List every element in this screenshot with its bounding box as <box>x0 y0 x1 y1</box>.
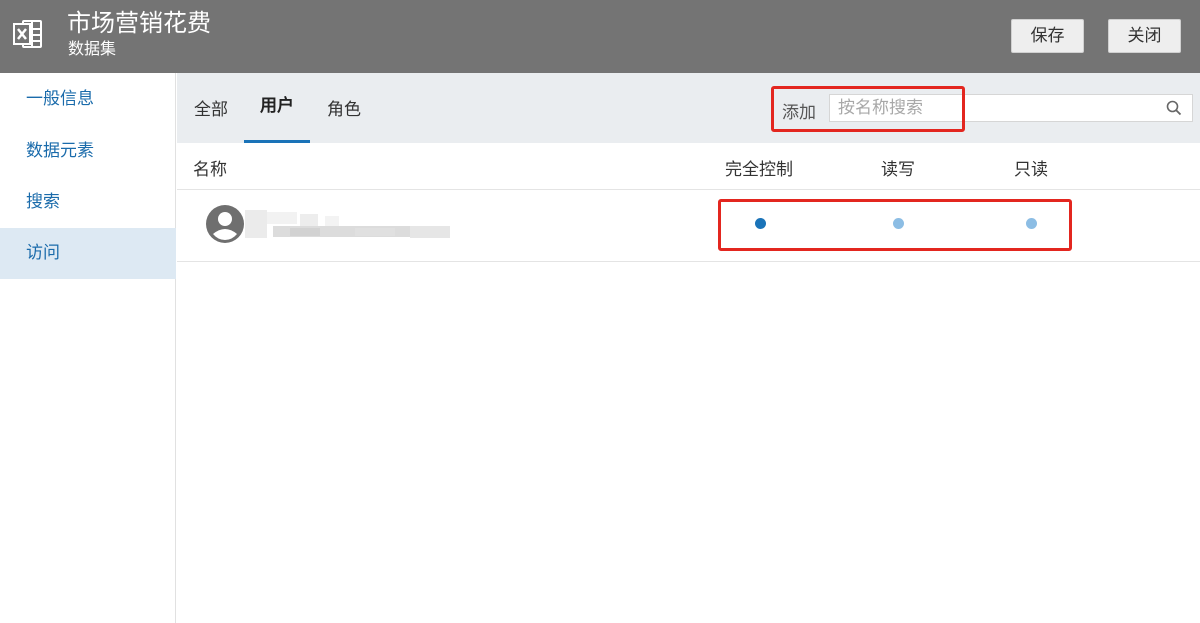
search-icon[interactable] <box>1166 100 1182 116</box>
excel-file-icon <box>13 20 42 48</box>
tab-roles[interactable]: 角色 <box>326 73 362 143</box>
permissions-table-header: 名称 完全控制 读写 只读 <box>177 143 1200 190</box>
sidebar-item-general-info[interactable]: 一般信息 <box>0 74 176 125</box>
tab-roles-label: 角色 <box>327 100 361 120</box>
column-header-read-only: 只读 <box>1014 160 1048 180</box>
add-label: 添加 <box>782 103 816 123</box>
sidebar-item-access[interactable]: 访问 <box>0 228 176 279</box>
tab-users-label: 用户 <box>260 96 294 116</box>
search-field <box>829 94 1193 122</box>
column-header-name: 名称 <box>193 160 227 180</box>
column-header-full-control: 完全控制 <box>725 160 793 180</box>
user-avatar-icon <box>206 205 244 243</box>
close-button[interactable]: 关闭 <box>1108 19 1181 53</box>
sidebar-item-data-elements[interactable]: 数据元素 <box>0 126 176 177</box>
read-write-radio[interactable] <box>893 218 904 229</box>
tab-users[interactable]: 用户 <box>244 73 310 143</box>
search-input[interactable] <box>838 96 1158 120</box>
sidebar-item-search[interactable]: 搜索 <box>0 177 176 228</box>
full-control-radio-selected[interactable] <box>755 218 766 229</box>
dataset-type-subtitle: 数据集 <box>68 39 117 58</box>
tab-all[interactable]: 全部 <box>191 73 231 143</box>
table-row <box>177 190 1200 262</box>
app-header: 市场营销花费 数据集 保存 关闭 <box>0 0 1200 73</box>
save-button[interactable]: 保存 <box>1011 19 1084 53</box>
column-header-read-write: 读写 <box>881 160 915 180</box>
sidebar-nav: 一般信息 数据元素 搜索 访问 <box>0 73 176 623</box>
redacted-user-name <box>245 210 450 238</box>
dataset-title: 市场营销花费 <box>67 9 211 37</box>
read-only-radio[interactable] <box>1026 218 1037 229</box>
tab-all-label: 全部 <box>194 100 228 120</box>
